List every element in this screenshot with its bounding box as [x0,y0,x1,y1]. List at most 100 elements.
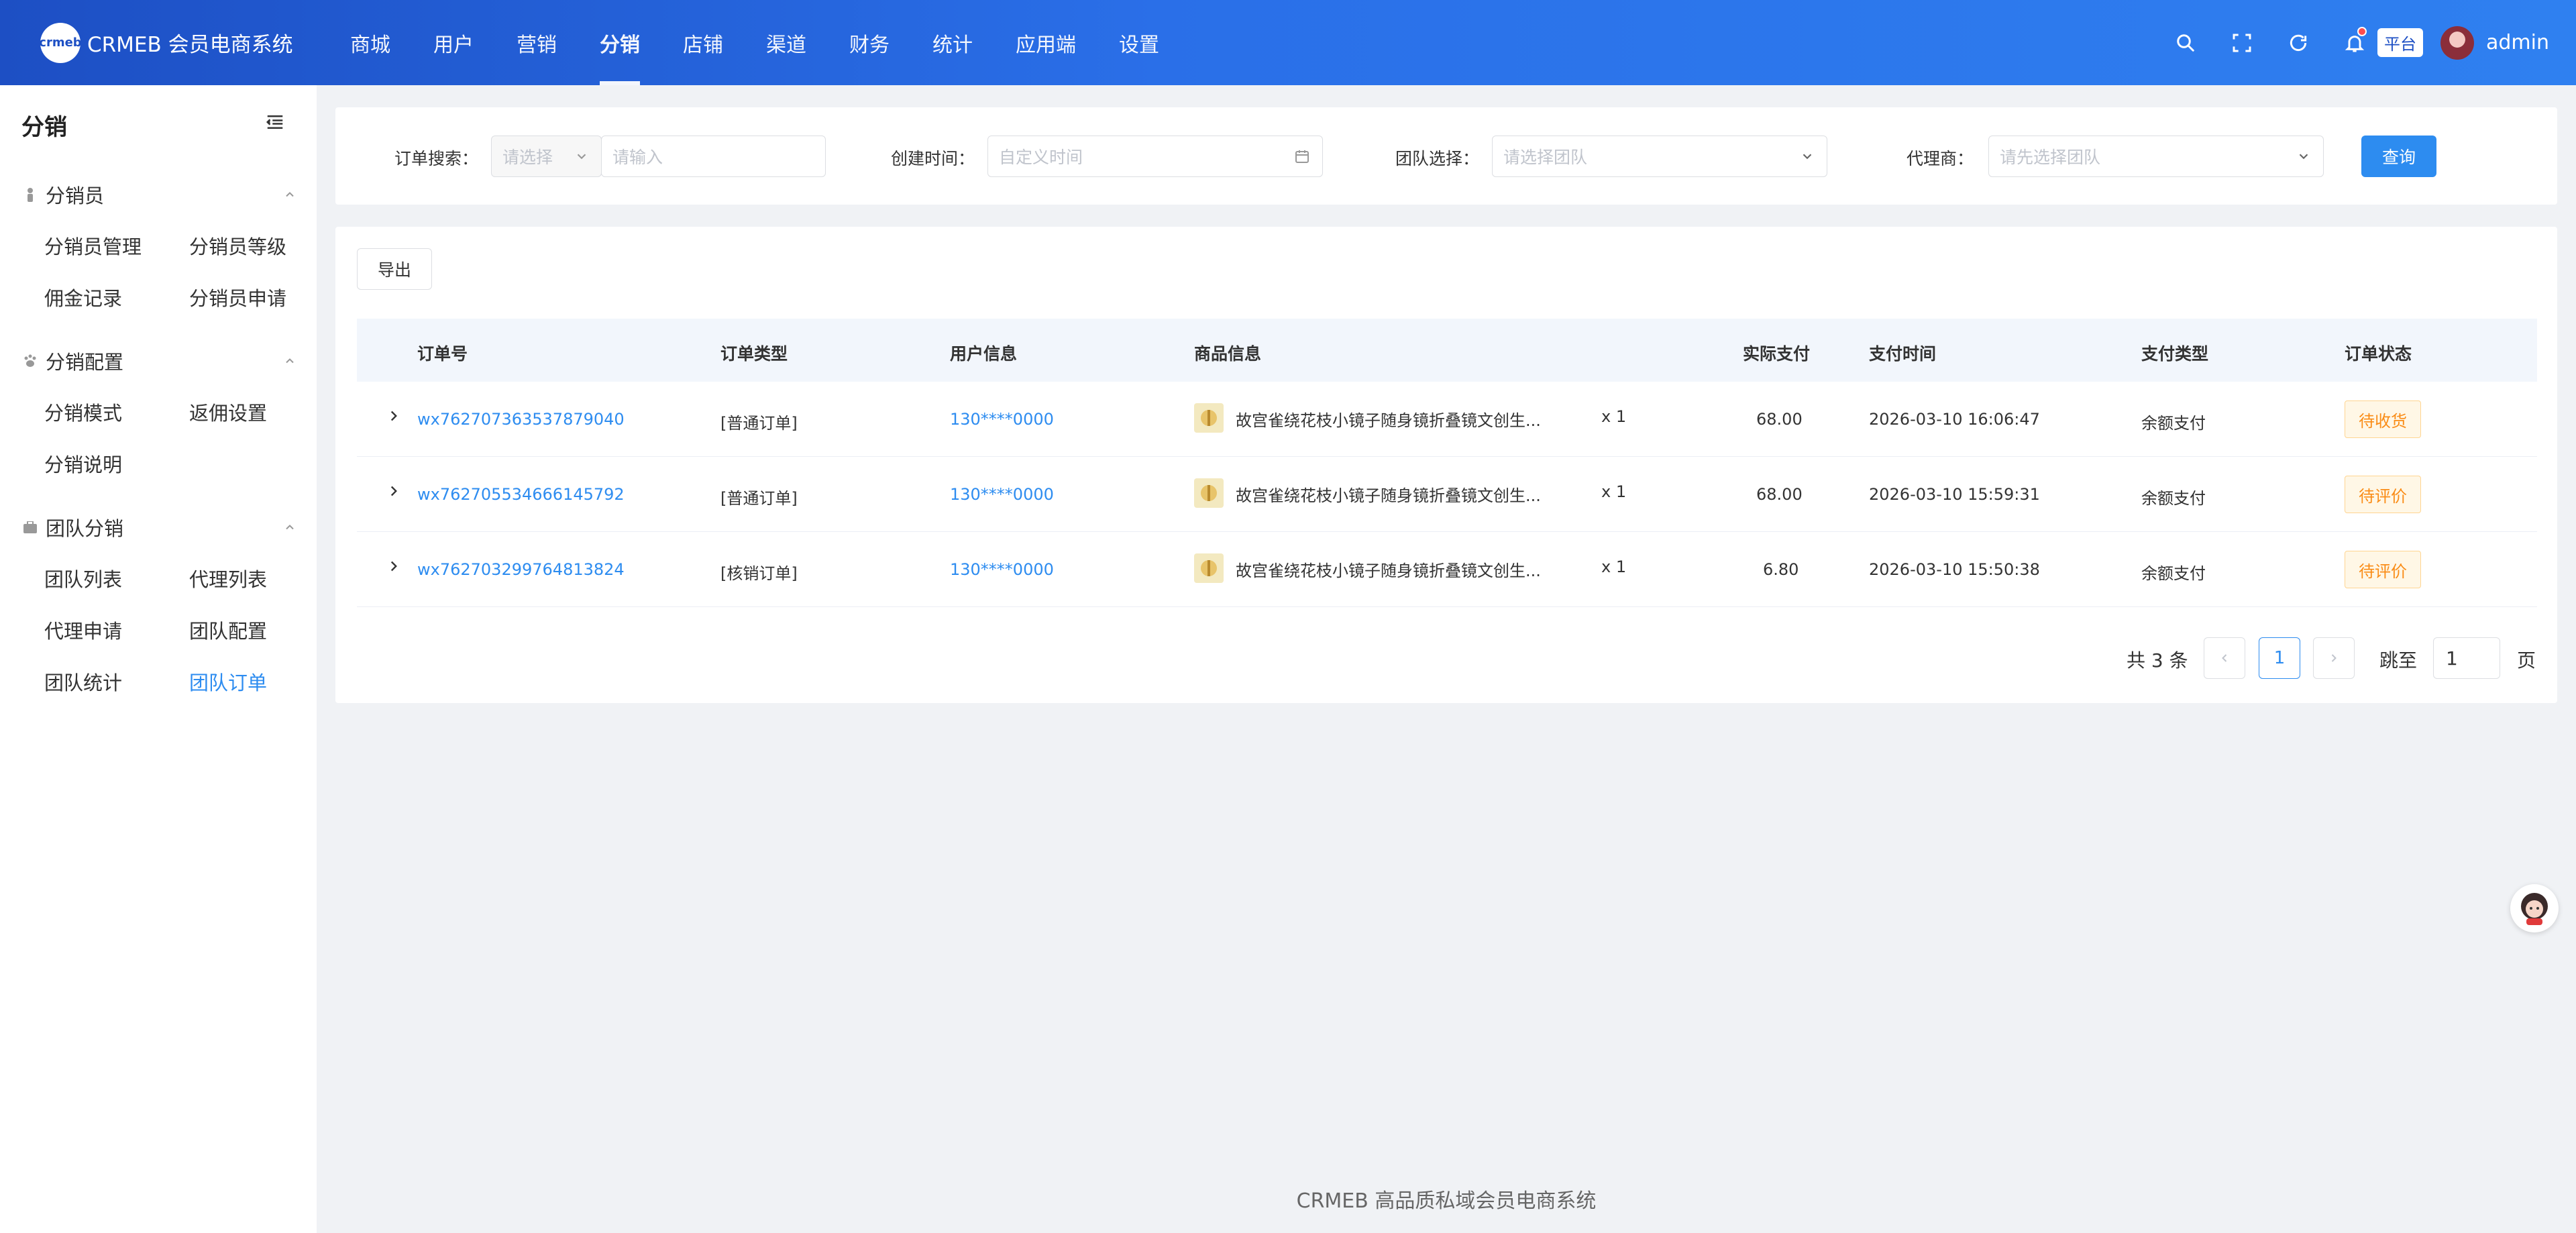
nav-item-store[interactable]: 店铺 [661,0,745,85]
sidebar-group-label: 分销员 [46,184,105,207]
person-icon [21,186,39,203]
product-name: 故宫雀绕花枝小镜子随身镜折叠镜文创生... [1236,411,1541,430]
notification-dot [2357,26,2367,36]
page-button-current[interactable]: 1 [2259,637,2300,679]
chevron-down-icon [1800,148,1815,168]
user-info-link[interactable]: 130****0000 [950,560,1054,579]
nav-item-statistics[interactable]: 统计 [911,0,994,85]
table-row[interactable]: wx762703299764813824 [核销订单] 130****0000 … [357,532,2537,607]
logo-mark: crmeb [39,22,82,63]
column-header: 订单状态 [2345,344,2412,364]
product-name: 故宫雀绕花枝小镜子随身镜折叠镜文创生... [1236,486,1541,505]
pay-time: 2026-03-10 15:59:31 [1869,485,2040,504]
column-header: 订单类型 [720,344,788,364]
nav-item-distribution[interactable]: 分销 [578,0,661,85]
sidebar-item-team-orders[interactable]: 团队订单 [189,667,267,696]
next-page-button[interactable] [2313,637,2355,679]
column-header: 支付类型 [2141,344,2209,364]
sidebar-group-label: 分销配置 [46,351,124,374]
select-placeholder: 请先选择团队 [2000,148,2101,167]
order-number-link[interactable]: wx762703299764813824 [417,560,625,579]
briefcase-icon [21,519,39,536]
prev-page-button[interactable] [2204,637,2245,679]
team-select[interactable]: 请选择团队 [1492,136,1827,177]
search-icon[interactable] [2172,30,2199,56]
table-row[interactable]: wx762707363537879040 [普通订单] 130****0000 … [357,382,2537,457]
filter-panel: 订单搜索： 请选择 请输入 创建时间： 自定义时间 团队选择： 请选择团队 代理… [335,107,2557,205]
paw-icon [21,352,39,370]
create-time-label: 创建时间： [891,149,975,168]
jump-label: 跳至 [2379,649,2418,672]
user-info-link[interactable]: 130****0000 [950,485,1054,504]
fullscreen-icon[interactable] [2229,30,2255,56]
agent-select[interactable]: 请先选择团队 [1988,136,2324,177]
sidebar-item-commission-record[interactable]: 佣金记录 [44,283,122,311]
sidebar-item-rebate-setting[interactable]: 返佣设置 [189,398,267,426]
sidebar-item-mode[interactable]: 分销模式 [44,398,122,426]
order-number-link[interactable]: wx762707363537879040 [417,410,625,429]
jump-page-input[interactable]: 1 [2433,637,2500,679]
app-title: CRMEB 会员电商系统 [87,33,293,57]
nav-item-finance[interactable]: 财务 [828,0,911,85]
sidebar-group-distributor[interactable]: 分销员 [21,180,297,209]
nav-item-marketing[interactable]: 营销 [495,0,578,85]
chevron-right-icon[interactable] [385,407,402,427]
chevron-up-icon [283,183,297,206]
order-search-input[interactable]: 请输入 [601,136,826,177]
nav-item-mall[interactable]: 商城 [329,0,412,85]
order-number-link[interactable]: wx762705534666145792 [417,485,625,504]
chevron-right-icon[interactable] [385,557,402,578]
refresh-icon[interactable] [2285,30,2312,56]
team-select-label: 团队选择： [1395,149,1480,168]
status-badge: 待收货 [2345,400,2421,438]
app-logo[interactable]: crmeb CRMEB 会员电商系统 [39,22,329,63]
collapse-menu-icon[interactable] [265,112,285,135]
status-badge: 待评价 [2345,551,2421,588]
sidebar-item-description[interactable]: 分销说明 [44,449,122,478]
product-quantity: x 1 [1601,407,1627,426]
platform-tag[interactable]: 平台 [2377,28,2423,57]
export-button[interactable]: 导出 [357,248,432,290]
sidebar-item-team-list[interactable]: 团队列表 [44,564,122,592]
sidebar-item-team-stats[interactable]: 团队统计 [44,667,122,696]
sidebar-item-distributor-manage[interactable]: 分销员管理 [44,231,142,260]
chevron-up-icon [283,516,297,539]
sidebar-item-distributor-level[interactable]: 分销员等级 [189,231,286,260]
nav-item-apps[interactable]: 应用端 [994,0,1097,85]
product-thumbnail [1194,478,1224,508]
sidebar-item-team-config[interactable]: 团队配置 [189,616,267,644]
customer-service-avatar-icon[interactable] [2510,884,2559,932]
query-button[interactable]: 查询 [2361,136,2436,177]
create-time-picker[interactable]: 自定义时间 [987,136,1323,177]
column-header: 用户信息 [950,344,1018,364]
table-header: 订单号 订单类型 用户信息 商品信息 实际支付 支付时间 支付类型 订单状态 [357,319,2537,382]
agent-select-label: 代理商： [1907,149,1974,168]
order-search-type-select[interactable]: 请选择 [491,136,602,177]
status-badge: 待评价 [2345,476,2421,513]
product-thumbnail [1194,403,1224,433]
username[interactable]: admin [2486,31,2549,54]
column-header: 商品信息 [1194,344,1262,364]
sidebar-item-agent-list[interactable]: 代理列表 [189,564,267,592]
sidebar-title: 分销 [21,114,67,141]
sidebar-item-agent-apply[interactable]: 代理申请 [44,616,122,644]
sidebar-item-distributor-apply[interactable]: 分销员申请 [189,283,286,311]
avatar[interactable] [2440,25,2474,60]
column-header: 实际支付 [1743,344,1811,364]
bell-icon[interactable] [2341,26,2368,56]
nav-item-channel[interactable]: 渠道 [745,0,828,85]
order-type: [普通订单] [720,414,798,433]
nav-item-settings[interactable]: 设置 [1097,0,1181,85]
top-header: crmeb CRMEB 会员电商系统 商城 用户 营销 分销 店铺 渠道 财务 … [0,0,2576,85]
sidebar: 分销 分销员 分销员管理 分销员等级 佣金记录 分销员申请 分销配置 分销模式 … [0,85,317,1233]
pay-time: 2026-03-10 15:50:38 [1869,560,2040,579]
sidebar-group-config[interactable]: 分销配置 [21,347,297,375]
chevron-right-icon[interactable] [385,482,402,502]
nav-item-user[interactable]: 用户 [412,0,495,85]
table-row[interactable]: wx762705534666145792 [普通订单] 130****0000 … [357,457,2537,532]
paid-amount: 6.80 [1763,560,1799,579]
orders-table-panel: 导出 订单号 订单类型 用户信息 商品信息 实际支付 支付时间 支付类型 订单状… [335,227,2557,703]
user-info-link[interactable]: 130****0000 [950,410,1054,429]
page-suffix: 页 [2517,649,2536,672]
sidebar-group-team[interactable]: 团队分销 [21,513,297,541]
